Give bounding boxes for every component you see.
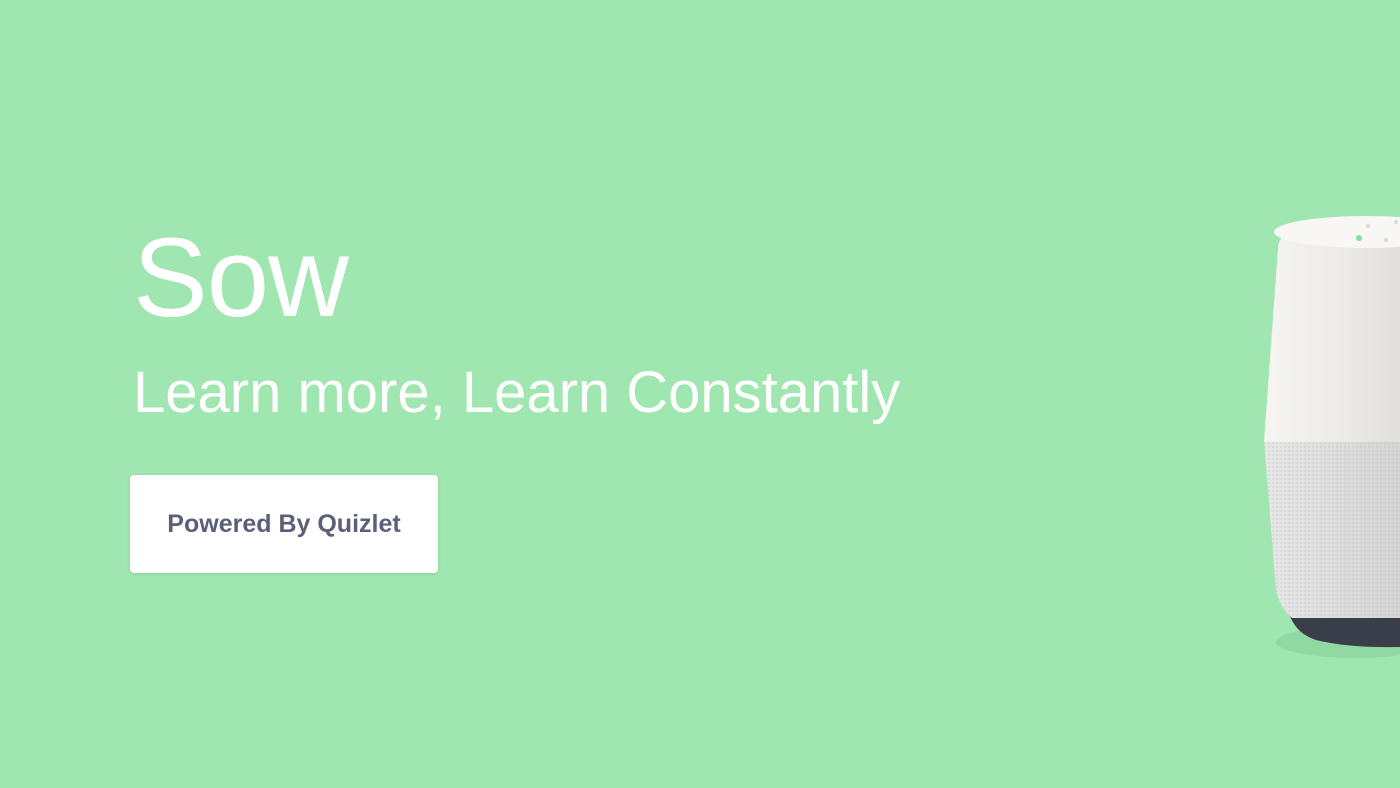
powered-by-quizlet-button[interactable]: Powered By Quizlet (130, 475, 438, 573)
hero: Sow Learn more, Learn Constantly (133, 222, 900, 422)
smart-speaker-icon (1264, 216, 1400, 658)
app-title: Sow (133, 215, 349, 340)
tagline: Learn more, Learn Constantly (133, 360, 901, 425)
